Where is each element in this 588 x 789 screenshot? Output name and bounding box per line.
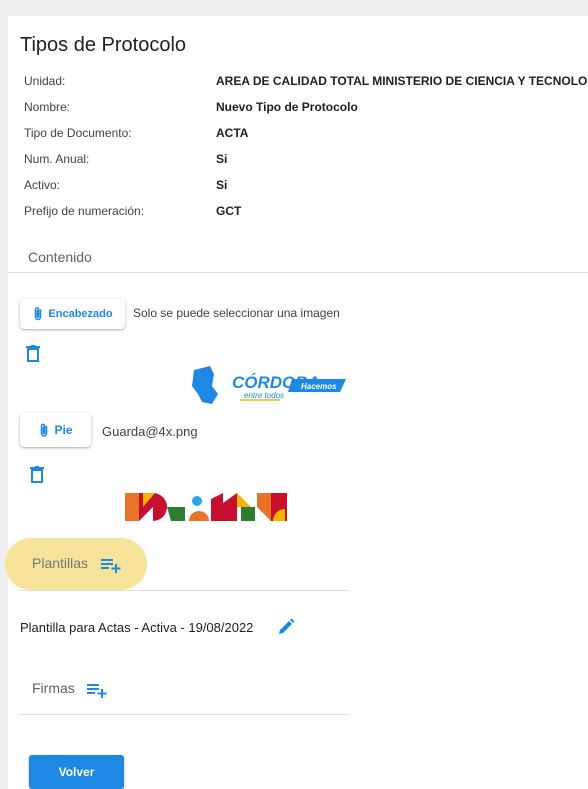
page-title: Tipos de Protocolo (20, 34, 187, 56)
delete-pie-icon[interactable] (30, 466, 44, 488)
cordoba-logo-image: CÓRDOBA entre todos Hacemos (188, 364, 348, 411)
cordoba-logo-subtext: entre todos (244, 391, 284, 400)
volver-button[interactable]: Volver (29, 755, 124, 789)
info-value: ACTA (216, 126, 249, 140)
pie-filename: Guarda@4x.png (102, 424, 198, 439)
edit-pencil-icon[interactable] (276, 617, 296, 642)
section-title-plantillas: Plantillas (32, 555, 89, 571)
pie-attach-button[interactable]: Pie (20, 413, 91, 447)
plantilla-item-label: Plantilla para Actas - Activa - 19/08/20… (20, 620, 254, 635)
info-label: Tipo de Documento: (24, 126, 132, 140)
encabezado-note: Solo se puede seleccionar una imagen (133, 306, 340, 320)
info-label: Prefijo de numeración: (24, 204, 145, 218)
divider (20, 714, 350, 715)
divider (20, 590, 350, 591)
encabezado-attach-button[interactable]: Encabezado (20, 299, 125, 329)
info-label: Unidad: (24, 74, 66, 88)
section-title-contenido: Contenido (28, 249, 92, 265)
info-value: AREA DE CALIDAD TOTAL MINISTERIO DE CIEN… (216, 74, 588, 88)
info-value: Si (216, 152, 228, 166)
playlist-add-icon[interactable] (87, 682, 109, 703)
info-label: Nombre: (24, 100, 71, 114)
paperclip-icon (32, 306, 44, 322)
guarda-pattern-image (125, 493, 287, 526)
info-value: Nuevo Tipo de Protocolo (216, 100, 358, 114)
info-value: GCT (216, 204, 242, 218)
delete-encabezado-icon[interactable] (26, 345, 40, 367)
paperclip-icon (38, 422, 50, 439)
pie-button-label: Pie (54, 423, 73, 437)
playlist-add-icon[interactable] (101, 557, 123, 578)
section-title-firmas: Firmas (32, 680, 75, 696)
cordoba-logo-tag: Hacemos (301, 382, 337, 391)
encabezado-button-label: Encabezado (48, 308, 113, 320)
info-label: Activo: (24, 178, 61, 192)
info-label: Num. Anual: (24, 152, 90, 166)
info-value: Si (216, 178, 228, 192)
divider (8, 272, 588, 273)
